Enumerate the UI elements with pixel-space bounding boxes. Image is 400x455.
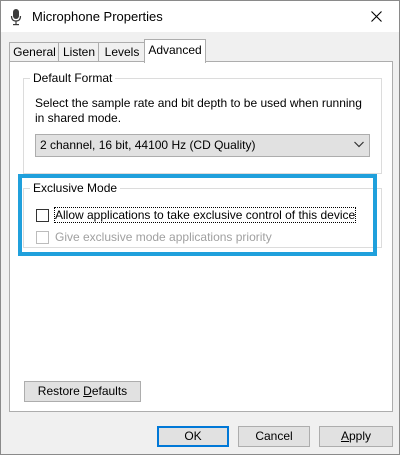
restore-defaults-label: Restore Defaults bbox=[38, 384, 127, 398]
tab-label: Levels bbox=[104, 45, 140, 59]
default-format-value: 2 channel, 16 bit, 44100 Hz (CD Quality) bbox=[40, 138, 256, 152]
tab-levels[interactable]: Levels bbox=[98, 42, 146, 62]
default-format-group: Default Format Select the sample rate an… bbox=[23, 71, 382, 174]
apply-text: pply bbox=[349, 429, 372, 443]
properties-dialog: Microphone Properties General Listen Lev… bbox=[0, 0, 400, 455]
close-button[interactable] bbox=[353, 1, 399, 32]
window-title: Microphone Properties bbox=[32, 9, 163, 24]
cancel-label: Cancel bbox=[255, 429, 293, 443]
tab-label: Listen bbox=[62, 45, 96, 59]
restore-defaults-text-2: efaults bbox=[91, 384, 128, 398]
tab-general[interactable]: General bbox=[9, 42, 60, 62]
tab-label: General bbox=[13, 45, 56, 59]
close-icon bbox=[370, 11, 382, 22]
restore-defaults-button[interactable]: Restore Defaults bbox=[24, 381, 141, 402]
ok-label: OK bbox=[184, 429, 202, 443]
exclusive-mode-highlight bbox=[18, 174, 377, 256]
ok-button[interactable]: OK bbox=[157, 426, 229, 447]
restore-defaults-accelerator: D bbox=[83, 384, 92, 398]
default-format-select[interactable]: 2 channel, 16 bit, 44100 Hz (CD Quality) bbox=[35, 134, 370, 157]
apply-accelerator: A bbox=[340, 429, 349, 443]
tab-listen[interactable]: Listen bbox=[58, 42, 100, 62]
microphone-icon bbox=[10, 8, 22, 26]
restore-defaults-text-1: Restore bbox=[37, 384, 84, 398]
cancel-button[interactable]: Cancel bbox=[238, 426, 310, 447]
default-format-label: Default Format bbox=[30, 71, 116, 85]
title-bar: Microphone Properties bbox=[1, 1, 399, 32]
apply-label: Apply bbox=[341, 429, 371, 443]
chevron-down-icon bbox=[353, 137, 365, 151]
tab-label: Advanced bbox=[148, 43, 202, 57]
apply-button[interactable]: Apply bbox=[319, 426, 393, 447]
tab-advanced[interactable]: Advanced bbox=[144, 39, 206, 63]
default-format-description: Select the sample rate and bit depth to … bbox=[35, 96, 362, 125]
